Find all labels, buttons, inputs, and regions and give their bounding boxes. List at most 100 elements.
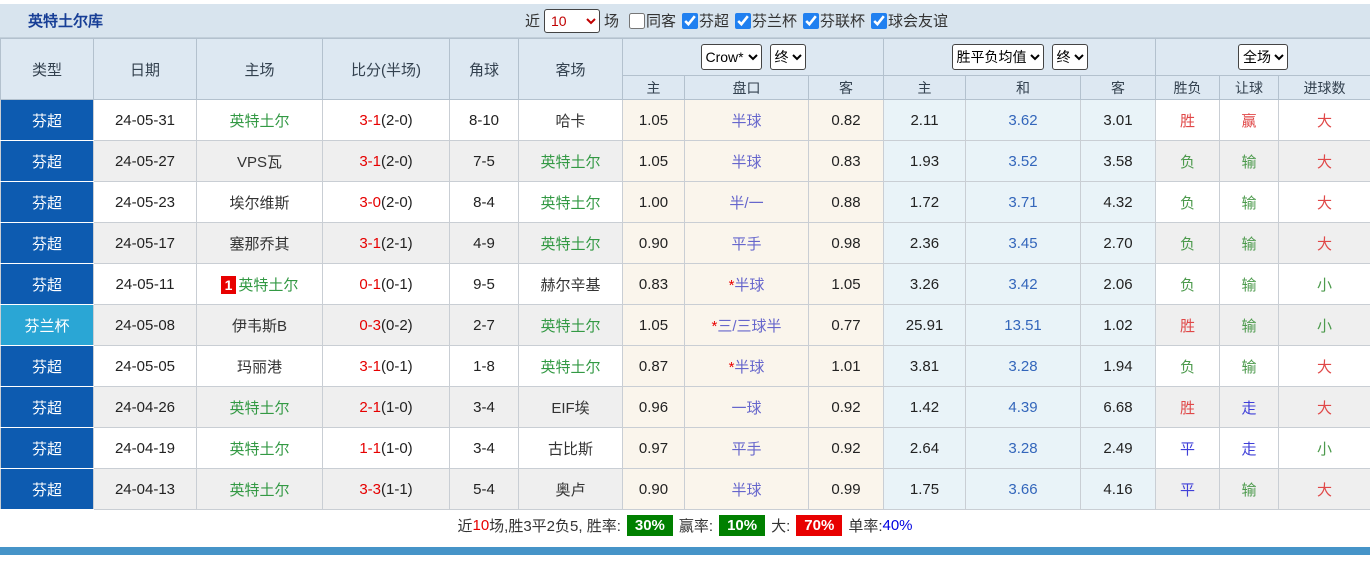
home-team-cell[interactable]: VPS瓦: [197, 141, 323, 182]
date-cell: 24-04-19: [94, 428, 197, 469]
home-team-name[interactable]: 埃尔维斯: [229, 195, 289, 212]
away-team-cell[interactable]: 英特土尔: [519, 141, 623, 182]
result-goals-cell: 大: [1279, 100, 1370, 141]
away-team-name[interactable]: 赫尔辛基: [540, 277, 600, 294]
home-team-cell[interactable]: 埃尔维斯: [197, 182, 323, 223]
home-team-cell[interactable]: 英特土尔: [197, 100, 323, 141]
table-row: 芬超 24-04-19 英特土尔 1-1(1-0) 3-4 古比斯 0.97 平…: [1, 428, 1370, 469]
type-cell: 芬兰杯: [1, 305, 94, 346]
odds-type-select[interactable]: 胜平负均值: [952, 44, 1044, 70]
away-team-cell[interactable]: 奥卢: [519, 469, 623, 510]
filter-option-label: 芬联杯: [820, 10, 865, 31]
away-team-cell[interactable]: EIF埃: [519, 387, 623, 428]
home-team-cell[interactable]: 英特土尔: [197, 387, 323, 428]
asia-home-odds-cell: 1.05: [623, 141, 685, 182]
away-team-name[interactable]: EIF埃: [551, 400, 589, 417]
euro-home-odds-cell: 1.93: [884, 141, 966, 182]
date-cell: 24-05-27: [94, 141, 197, 182]
home-team-cell[interactable]: 1英特土尔: [197, 264, 323, 305]
home-team-cell[interactable]: 英特土尔: [197, 469, 323, 510]
home-team-cell[interactable]: 玛丽港: [197, 346, 323, 387]
filter-option-芬兰杯[interactable]: 芬兰杯: [735, 10, 797, 31]
filter-checkbox[interactable]: [871, 13, 887, 29]
footer-summary: 场,胜3平2负5, 胜率:: [489, 515, 621, 536]
away-team-cell[interactable]: 英特土尔: [519, 182, 623, 223]
col-header-odds-home: 主: [884, 76, 966, 100]
home-team-name[interactable]: 英特土尔: [229, 113, 289, 130]
home-team-name[interactable]: VPS瓦: [237, 154, 282, 171]
away-team-name[interactable]: 哈卡: [555, 113, 585, 130]
result-handicap-cell: 走: [1220, 428, 1279, 469]
result-winlose-cell: 负: [1156, 141, 1220, 182]
corner-cell: 9-5: [450, 264, 519, 305]
home-team-name[interactable]: 英特土尔: [229, 400, 289, 417]
away-team-cell[interactable]: 英特土尔: [519, 223, 623, 264]
table-row: 芬超 24-05-11 1英特土尔 0-1(0-1) 9-5 赫尔辛基 0.83…: [1, 264, 1370, 305]
table-row: 芬超 24-05-27 VPS瓦 3-1(2-0) 7-5 英特土尔 1.05 …: [1, 141, 1370, 182]
euro-home-odds-cell: 2.64: [884, 428, 966, 469]
away-team-cell[interactable]: 古比斯: [519, 428, 623, 469]
away-team-cell[interactable]: 哈卡: [519, 100, 623, 141]
footer-near: 近: [457, 515, 472, 536]
home-team-cell[interactable]: 塞那乔其: [197, 223, 323, 264]
fulltime-score: 0-1: [359, 276, 381, 293]
score-cell: 3-1(0-1): [323, 346, 450, 387]
away-team-name[interactable]: 英特土尔: [540, 359, 600, 376]
col-header-odds-away: 客: [1081, 76, 1156, 100]
fulltime-score: 3-1: [359, 153, 381, 170]
bookmaker-select[interactable]: Crow*: [701, 44, 762, 70]
euro-away-odds-cell: 1.94: [1081, 346, 1156, 387]
euro-home-odds-cell: 2.11: [884, 100, 966, 141]
type-cell: 芬超: [1, 264, 94, 305]
asia-odds-time-select[interactable]: 终: [770, 44, 806, 70]
fulltime-score: 3-1: [359, 358, 381, 375]
euro-odds-time-select[interactable]: 终: [1052, 44, 1088, 70]
single-rate-value: 40%: [882, 517, 912, 534]
filter-checkbox[interactable]: [803, 13, 819, 29]
filter-checkbox[interactable]: [735, 13, 751, 29]
home-team-name[interactable]: 英特土尔: [238, 277, 298, 294]
home-team-cell[interactable]: 伊韦斯B: [197, 305, 323, 346]
league-type-label: 芬超: [32, 236, 62, 253]
asia-away-odds-cell: 0.83: [809, 141, 884, 182]
euro-draw-odds-cell: 3.28: [966, 428, 1081, 469]
away-team-cell[interactable]: 赫尔辛基: [519, 264, 623, 305]
table-header: 类型 日期 主场 比分(半场) 角球 客场 Crow* 终 胜平负均值 终 全场: [1, 39, 1370, 100]
col-header-asia-away: 客: [809, 76, 884, 100]
away-team-name[interactable]: 英特土尔: [540, 318, 600, 335]
euro-home-odds-cell: 25.91: [884, 305, 966, 346]
filter-option-球会友谊[interactable]: 球会友谊: [871, 10, 948, 31]
home-team-name[interactable]: 玛丽港: [237, 359, 282, 376]
asia-away-odds-cell: 0.88: [809, 182, 884, 223]
filter-checkbox[interactable]: [682, 13, 698, 29]
col-header-asia-home: 主: [623, 76, 685, 100]
away-team-cell[interactable]: 英特土尔: [519, 305, 623, 346]
away-team-name[interactable]: 英特土尔: [540, 236, 600, 253]
corner-cell: 5-4: [450, 469, 519, 510]
home-team-cell[interactable]: 英特土尔: [197, 428, 323, 469]
away-team-name[interactable]: 奥卢: [555, 482, 585, 499]
fulltime-score: 0-3: [359, 317, 381, 334]
home-team-name[interactable]: 英特土尔: [229, 441, 289, 458]
corner-cell: 3-4: [450, 387, 519, 428]
home-team-name[interactable]: 英特土尔: [229, 482, 289, 499]
away-team-cell[interactable]: 英特土尔: [519, 346, 623, 387]
filter-checkbox[interactable]: [629, 13, 645, 29]
filter-option-芬超[interactable]: 芬超: [682, 10, 729, 31]
table-row: 芬超 24-04-13 英特土尔 3-3(1-1) 5-4 奥卢 0.90 半球…: [1, 469, 1370, 510]
filter-option-同客[interactable]: 同客: [629, 10, 676, 31]
match-count-select[interactable]: 10: [544, 9, 600, 33]
result-goals-cell: 大: [1279, 223, 1370, 264]
away-team-name[interactable]: 英特土尔: [540, 195, 600, 212]
asia-line-text: 一球: [731, 400, 761, 417]
away-team-name[interactable]: 英特土尔: [540, 154, 600, 171]
filter-option-芬联杯[interactable]: 芬联杯: [803, 10, 865, 31]
home-team-name[interactable]: 塞那乔其: [229, 236, 289, 253]
result-scope-select[interactable]: 全场: [1238, 44, 1288, 70]
away-team-name[interactable]: 古比斯: [548, 441, 593, 458]
result-winlose-cell: 平: [1156, 469, 1220, 510]
home-team-name[interactable]: 伊韦斯B: [232, 318, 287, 335]
asia-away-odds-cell: 0.92: [809, 387, 884, 428]
asia-home-odds-cell: 0.97: [623, 428, 685, 469]
asia-line-text: 半球: [731, 113, 761, 130]
